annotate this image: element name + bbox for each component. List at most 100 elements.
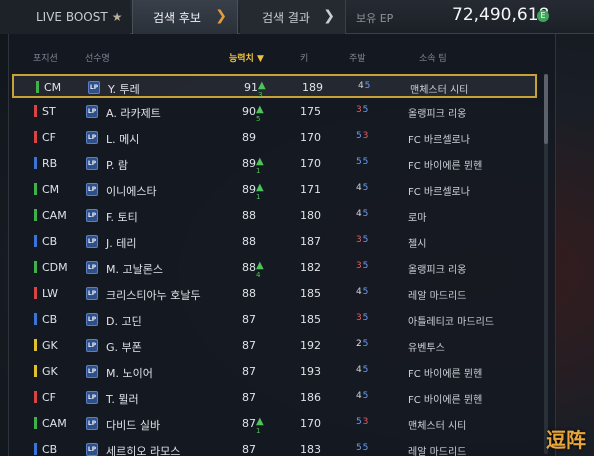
player-position: GK [42,339,58,352]
boost-value: 1 [256,167,261,175]
table-row[interactable]: CM LP Y. 투레 91 ▲ 3 189 4 5 맨체스터 시티 [12,74,537,99]
weak-foot-left: 5 [356,417,362,427]
player-rating: 88 [242,209,256,222]
weak-foot-right: 5 [362,183,369,193]
column-club[interactable]: 소속 팀 [419,51,447,64]
weak-foot-left: 4 [356,287,362,297]
column-height[interactable]: 키 [300,51,308,64]
scrollbar-thumb[interactable] [544,74,548,144]
table-header: 포지션 선수명 능력치 ▼ 키 주발 소속 팀 [9,46,557,68]
player-name: L. 메시 [106,133,140,146]
player-club: 아틀레티코 마드리드 [408,317,494,328]
player-position: CM [44,81,62,94]
player-club: 로마 [408,213,427,224]
player-name: P. 람 [106,159,129,172]
ep-value: 72,490,618 [452,5,550,25]
column-foot[interactable]: 주발 [349,51,366,64]
player-rating: 88 [242,235,256,248]
table-row[interactable]: GK LP G. 부폰 87 192 2 5 유벤투스 [12,334,537,358]
weak-foot-left: 5 [356,157,362,167]
season-badge-icon: LP [88,81,100,94]
table-row[interactable]: GK LP M. 노이어 87 193 4 5 FC 바이에른 뮌헨 [12,360,537,384]
player-foot: 4 5 [358,81,371,91]
season-badge-icon: LP [86,235,98,248]
player-name: J. 테리 [106,237,137,250]
boost-value: 3 [258,91,263,99]
player-height: 182 [300,261,321,274]
column-rating-label: 능력치 [229,54,254,64]
player-name: 크리스티아누 호날두 [106,289,201,302]
player-rating: 87 [242,391,256,404]
player-foot: 4 5 [356,287,368,297]
weak-foot-right: 5 [362,235,369,245]
player-club: FC 바이에른 뮌헨 [408,161,483,172]
weak-foot-left: 2 [356,339,362,349]
table-row[interactable]: CM LP 이니에스타 89 ▲ 1 171 4 5 FC 바르셀로나 [12,178,537,202]
table-row[interactable]: CDM LP M. 고날론스 88 ▲ 4 182 3 5 올랭피크 리옹 [12,256,537,280]
table-row[interactable]: CF LP T. 뮐러 87 186 4 5 FC 바이에른 뮌헨 [12,386,537,410]
player-position: CM [42,183,60,196]
table-row[interactable]: CF LP L. 메시 89 170 5 3 FC 바르셀로나 [12,126,537,150]
player-rating: 87 [242,417,256,430]
weak-foot-left: 3 [356,261,362,271]
season-badge-icon: LP [86,339,98,352]
weak-foot-right: 5 [362,365,369,375]
player-club: FC 바이에른 뮌헨 [408,395,483,406]
weak-foot-left: 4 [356,209,362,219]
boost-up-arrow-icon: ▲ 1 [256,156,264,176]
position-color-bar [34,235,37,247]
player-club: 첼시 [408,239,427,250]
weak-foot-right: 5 [364,81,371,91]
weak-foot-right: 3 [362,417,369,427]
table-row[interactable]: CAM LP 다비드 실바 87 ▲ 1 170 5 3 맨체스터 시티 [12,412,537,436]
boost-value: 5 [256,115,261,123]
player-name: 다비드 실바 [106,419,161,432]
player-foot: 5 5 [356,443,368,453]
player-position: CAM [42,209,67,222]
season-badge-icon: LP [86,183,98,196]
player-height: 185 [300,287,321,300]
season-badge-icon: LP [86,105,98,118]
season-badge-icon: LP [86,131,98,144]
top-bar: LIVE BOOST ★ 검색 후보 ❯ 검색 결과 ❯ 보유 EP 72,49… [0,0,594,34]
season-badge-icon: LP [86,287,98,300]
player-club: FC 바이에른 뮌헨 [408,369,483,380]
column-position[interactable]: 포지션 [33,51,58,64]
player-position: CAM [42,417,67,430]
player-height: 180 [300,209,321,222]
position-color-bar [34,183,37,195]
table-row[interactable]: CB LP 세르히오 라모스 87 183 5 5 레알 마드리드 [12,438,537,456]
player-name: M. 노이어 [106,367,153,380]
tab-search-results[interactable]: 검색 결과 ❯ [240,0,346,34]
table-row[interactable]: CB LP J. 테리 88 187 3 5 첼시 [12,230,537,254]
player-foot: 3 5 [356,235,369,245]
table-row[interactable]: ST LP A. 라카제트 90 ▲ 5 175 3 5 올랭피크 리옹 [12,100,537,124]
player-rating: 90 [242,105,256,118]
player-rating: 87 [242,313,256,326]
column-name[interactable]: 선수명 [85,51,110,64]
player-club: 레알 마드리드 [408,291,467,302]
boost-value: 1 [256,427,261,435]
table-row[interactable]: LW LP 크리스티아누 호날두 88 185 4 5 레알 마드리드 [12,282,537,306]
player-rating: 89 [242,183,256,196]
position-color-bar [34,313,37,325]
player-name: 이니에스타 [106,185,157,198]
weak-foot-left: 4 [358,81,364,91]
table-row[interactable]: CAM LP F. 토티 88 180 4 5 로마 [12,204,537,228]
weak-foot-right: 5 [362,209,369,219]
player-foot: 5 5 [356,157,368,167]
column-rating[interactable]: 능력치 ▼ [229,51,264,64]
player-height: 170 [300,417,321,430]
table-row[interactable]: RB LP P. 람 89 ▲ 1 170 5 5 FC 바이에른 뮌헨 [12,152,537,176]
player-foot: 5 3 [356,131,368,141]
tab-search-candidates[interactable]: 검색 후보 ❯ [132,0,238,34]
season-badge-icon: LP [86,365,98,378]
table-row[interactable]: CB LP D. 고딘 87 185 3 5 아틀레티코 마드리드 [12,308,537,332]
tab-live-boost[interactable]: LIVE BOOST ★ [0,0,130,34]
season-badge-icon: LP [86,391,98,404]
player-rating: 91 [244,81,258,94]
player-height: 193 [300,365,321,378]
season-badge-icon: LP [86,443,98,456]
boost-value: 1 [256,193,261,201]
player-rating: 88 [242,287,256,300]
